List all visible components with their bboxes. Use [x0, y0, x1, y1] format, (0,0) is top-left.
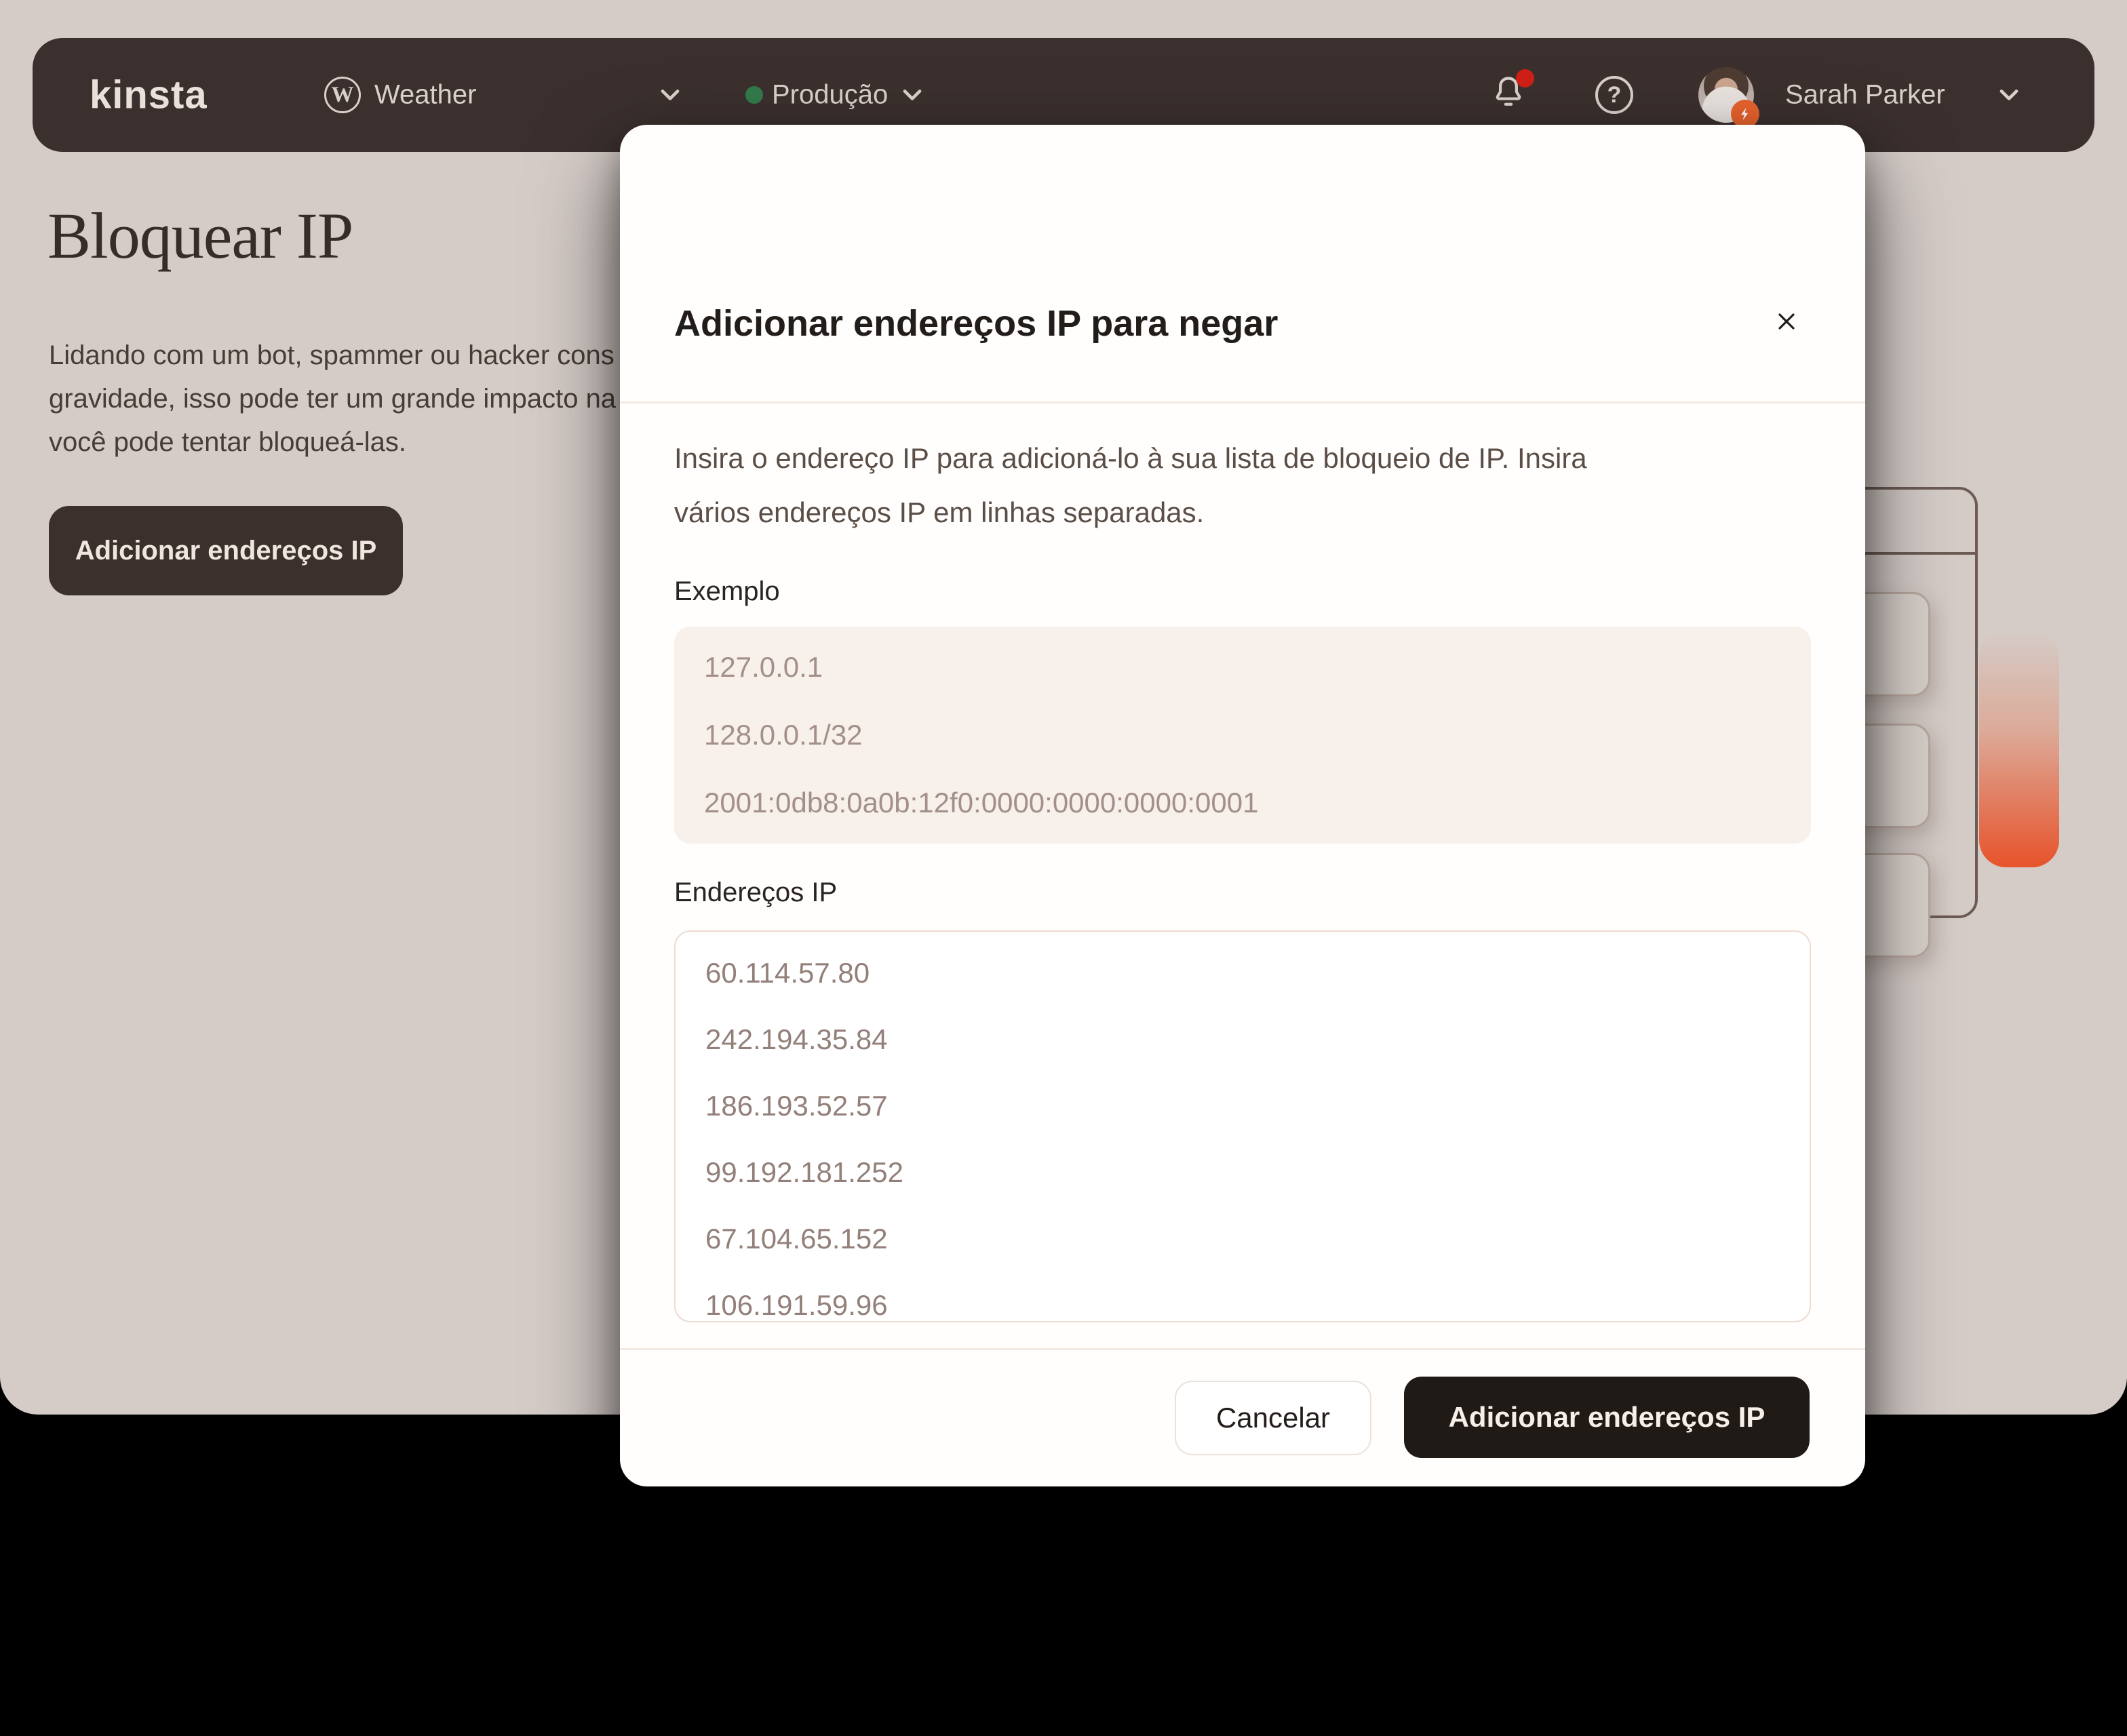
- modal-description: Insira o endereço IP para adicioná-lo à …: [674, 431, 1814, 540]
- submit-add-ip-button[interactable]: Adicionar endereços IP: [1404, 1377, 1810, 1458]
- page-description-line: Lidando com um bot, spammer ou hacker co…: [49, 340, 614, 370]
- modal-title: Adicionar endereços IP para negar: [674, 303, 1279, 344]
- ip-addresses-label: Endereços IP: [674, 877, 838, 907]
- screen: kinsta W Weather Produção ? Sarah Parker: [0, 0, 2127, 1736]
- example-box: 127.0.0.1 128.0.0.1/32 2001:0db8:0a0b:12…: [674, 627, 1811, 844]
- cancel-button[interactable]: Cancelar: [1175, 1381, 1371, 1455]
- modal-description-line: vários endereços IP em linhas separadas.: [674, 496, 1205, 528]
- page-description-line: você pode tentar bloqueá-las.: [49, 427, 407, 457]
- page-title: Bloquear IP: [47, 199, 353, 272]
- modal-description-line: Insira o endereço IP para adicioná-lo à …: [674, 442, 1587, 474]
- avatar[interactable]: [1698, 67, 1759, 128]
- user-menu-name[interactable]: Sarah Parker: [1785, 80, 1945, 111]
- lightning-badge-icon: [1731, 100, 1759, 128]
- chevron-down-icon[interactable]: [655, 80, 685, 110]
- modal-header-divider: [620, 401, 1865, 403]
- decor-orange-gradient: [1979, 630, 2059, 867]
- add-ip-addresses-button[interactable]: Adicionar endereços IP: [49, 506, 403, 595]
- site-selector-label[interactable]: Weather: [374, 80, 476, 111]
- chevron-down-icon[interactable]: [897, 80, 927, 110]
- environment-status-dot: [745, 86, 763, 104]
- example-ip: 128.0.0.1/32: [704, 719, 863, 751]
- example-ip: 2001:0db8:0a0b:12f0:0000:0000:0000:0001: [704, 787, 1259, 818]
- notifications-bell-icon[interactable]: [1489, 69, 1534, 117]
- page-description-line: gravidade, isso pode ter um grande impac…: [49, 384, 617, 414]
- ip-addresses-input[interactable]: 60.114.57.80 242.194.35.84 186.193.52.57…: [674, 930, 1811, 1322]
- wordpress-icon: W: [324, 77, 361, 113]
- example-label: Exemplo: [674, 576, 780, 606]
- example-ip: 127.0.0.1: [704, 651, 823, 683]
- close-icon[interactable]: [1768, 302, 1806, 340]
- environment-selector-label[interactable]: Produção: [772, 80, 888, 111]
- modal-footer-divider: [620, 1348, 1865, 1350]
- chevron-down-icon[interactable]: [1994, 80, 2024, 110]
- kinsta-logo: kinsta: [90, 73, 208, 117]
- notification-badge: [1516, 69, 1534, 87]
- help-icon[interactable]: ?: [1595, 76, 1633, 114]
- add-ip-deny-modal: Adicionar endereços IP para negar Insira…: [620, 125, 1865, 1486]
